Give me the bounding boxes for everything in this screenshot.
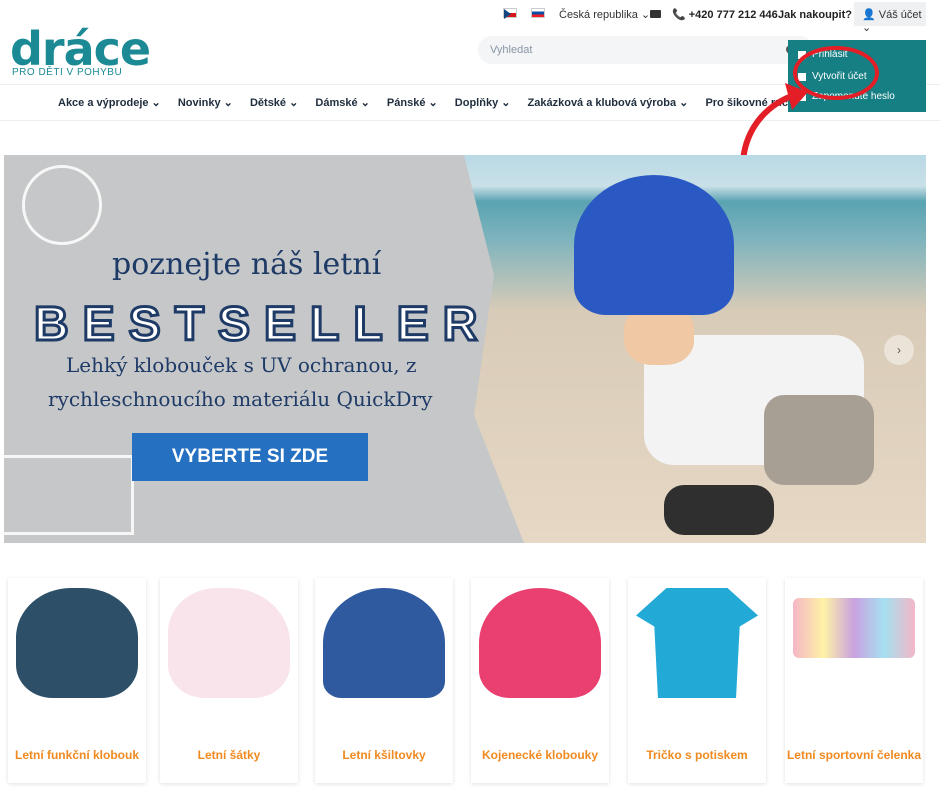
photo-kid-shoe: [664, 485, 774, 535]
category-card[interactable]: Letní funkční klobouk: [8, 578, 146, 783]
slovak-flag-icon[interactable]: [531, 8, 545, 18]
sun-doodle-icon: [22, 165, 102, 245]
category-label: Tričko s potiskem: [646, 748, 748, 762]
baby-hat-image: [479, 588, 601, 698]
category-card[interactable]: Letní šátky: [160, 578, 298, 783]
main-nav: Akce a výprodeje ⌄ Novinky ⌄ Dětské ⌄ Dá…: [58, 96, 855, 109]
banner-line-3: Lehký klobouček s UV ochranou, z: [66, 353, 417, 377]
phone-link[interactable]: 📞 +420 777 212 446: [672, 8, 778, 21]
divider: [0, 120, 940, 121]
nav-item-custom[interactable]: Zakázková a klubová výroba ⌄: [528, 97, 689, 109]
account-button[interactable]: 👤 Váš účet ⌄: [854, 2, 926, 34]
create-account-label: Vytvořit účet: [812, 71, 867, 82]
how-to-buy-menu[interactable]: Jak nakoupit? ⌄: [778, 8, 864, 21]
create-account-link[interactable]: Vytvořit účet: [798, 71, 867, 82]
scarf-hat-image: [168, 588, 290, 698]
nav-item-accessories[interactable]: Doplňky ⌄: [455, 97, 511, 109]
tshirt-image: [636, 588, 758, 698]
banner-line-4: rychleschnoucího materiálu QuickDry: [48, 387, 433, 411]
document-icon: [798, 72, 806, 81]
nav-item-new[interactable]: Novinky ⌄: [178, 97, 233, 109]
headband-image: [793, 598, 915, 658]
banner-cta-button[interactable]: VYBERTE SI ZDE: [132, 433, 368, 481]
hero-banner[interactable]: poznejte náš letní BESTSELLER Lehký klob…: [4, 155, 926, 543]
carousel-next-icon[interactable]: ›: [884, 335, 914, 365]
banner-headline: BESTSELLER: [32, 297, 492, 353]
category-card[interactable]: Kojenecké klobouky: [471, 578, 609, 783]
country-selector[interactable]: Česká republika ⌄: [559, 8, 650, 21]
bucket-hat-image: [16, 588, 138, 698]
czech-flag-icon[interactable]: [503, 8, 517, 19]
category-label: Letní šátky: [197, 748, 261, 762]
nav-item-kids[interactable]: Dětské ⌄: [250, 97, 298, 109]
cap-image: [323, 588, 445, 698]
forgot-password-link[interactable]: Zapomenuté heslo: [798, 91, 895, 102]
category-label: Kojenecké klobouky: [481, 748, 599, 762]
mail-icon[interactable]: [650, 10, 661, 18]
logo-tagline: PRO DĚTI V POHYBU: [12, 67, 123, 78]
nav-item-sales[interactable]: Akce a výprodeje ⌄: [58, 97, 161, 109]
nav-item-men[interactable]: Pánské ⌄: [387, 97, 438, 109]
category-card[interactable]: Tričko s potiskem: [628, 578, 766, 783]
category-label: Letní funkční klobouk: [14, 748, 139, 762]
nav-item-women[interactable]: Dámské ⌄: [315, 97, 369, 109]
login-link[interactable]: Přihlásit: [798, 49, 848, 60]
key-icon: [798, 92, 806, 101]
login-icon: [798, 50, 806, 59]
banner-line-1: poznejte náš letní: [112, 247, 382, 282]
account-dropdown: Přihlásit Vytvořit účet Zapomenuté heslo: [788, 40, 926, 112]
category-label: Letní sportovní čelenka: [786, 748, 922, 762]
photo-bucket-hat: [574, 175, 734, 315]
photo-kid-shorts: [764, 395, 874, 485]
category-card[interactable]: Letní kšiltovky: [315, 578, 453, 783]
postcard-doodle-icon: [4, 455, 134, 535]
forgot-password-label: Zapomenuté heslo: [812, 91, 895, 102]
search-input[interactable]: Vyhledat: [478, 36, 814, 64]
category-card[interactable]: Letní sportovní čelenka: [785, 578, 923, 783]
category-cards: Letní funkční klobouk Letní šátky Letní …: [8, 578, 928, 783]
login-label: Přihlásit: [812, 49, 848, 60]
category-label: Letní kšiltovky: [342, 748, 426, 762]
